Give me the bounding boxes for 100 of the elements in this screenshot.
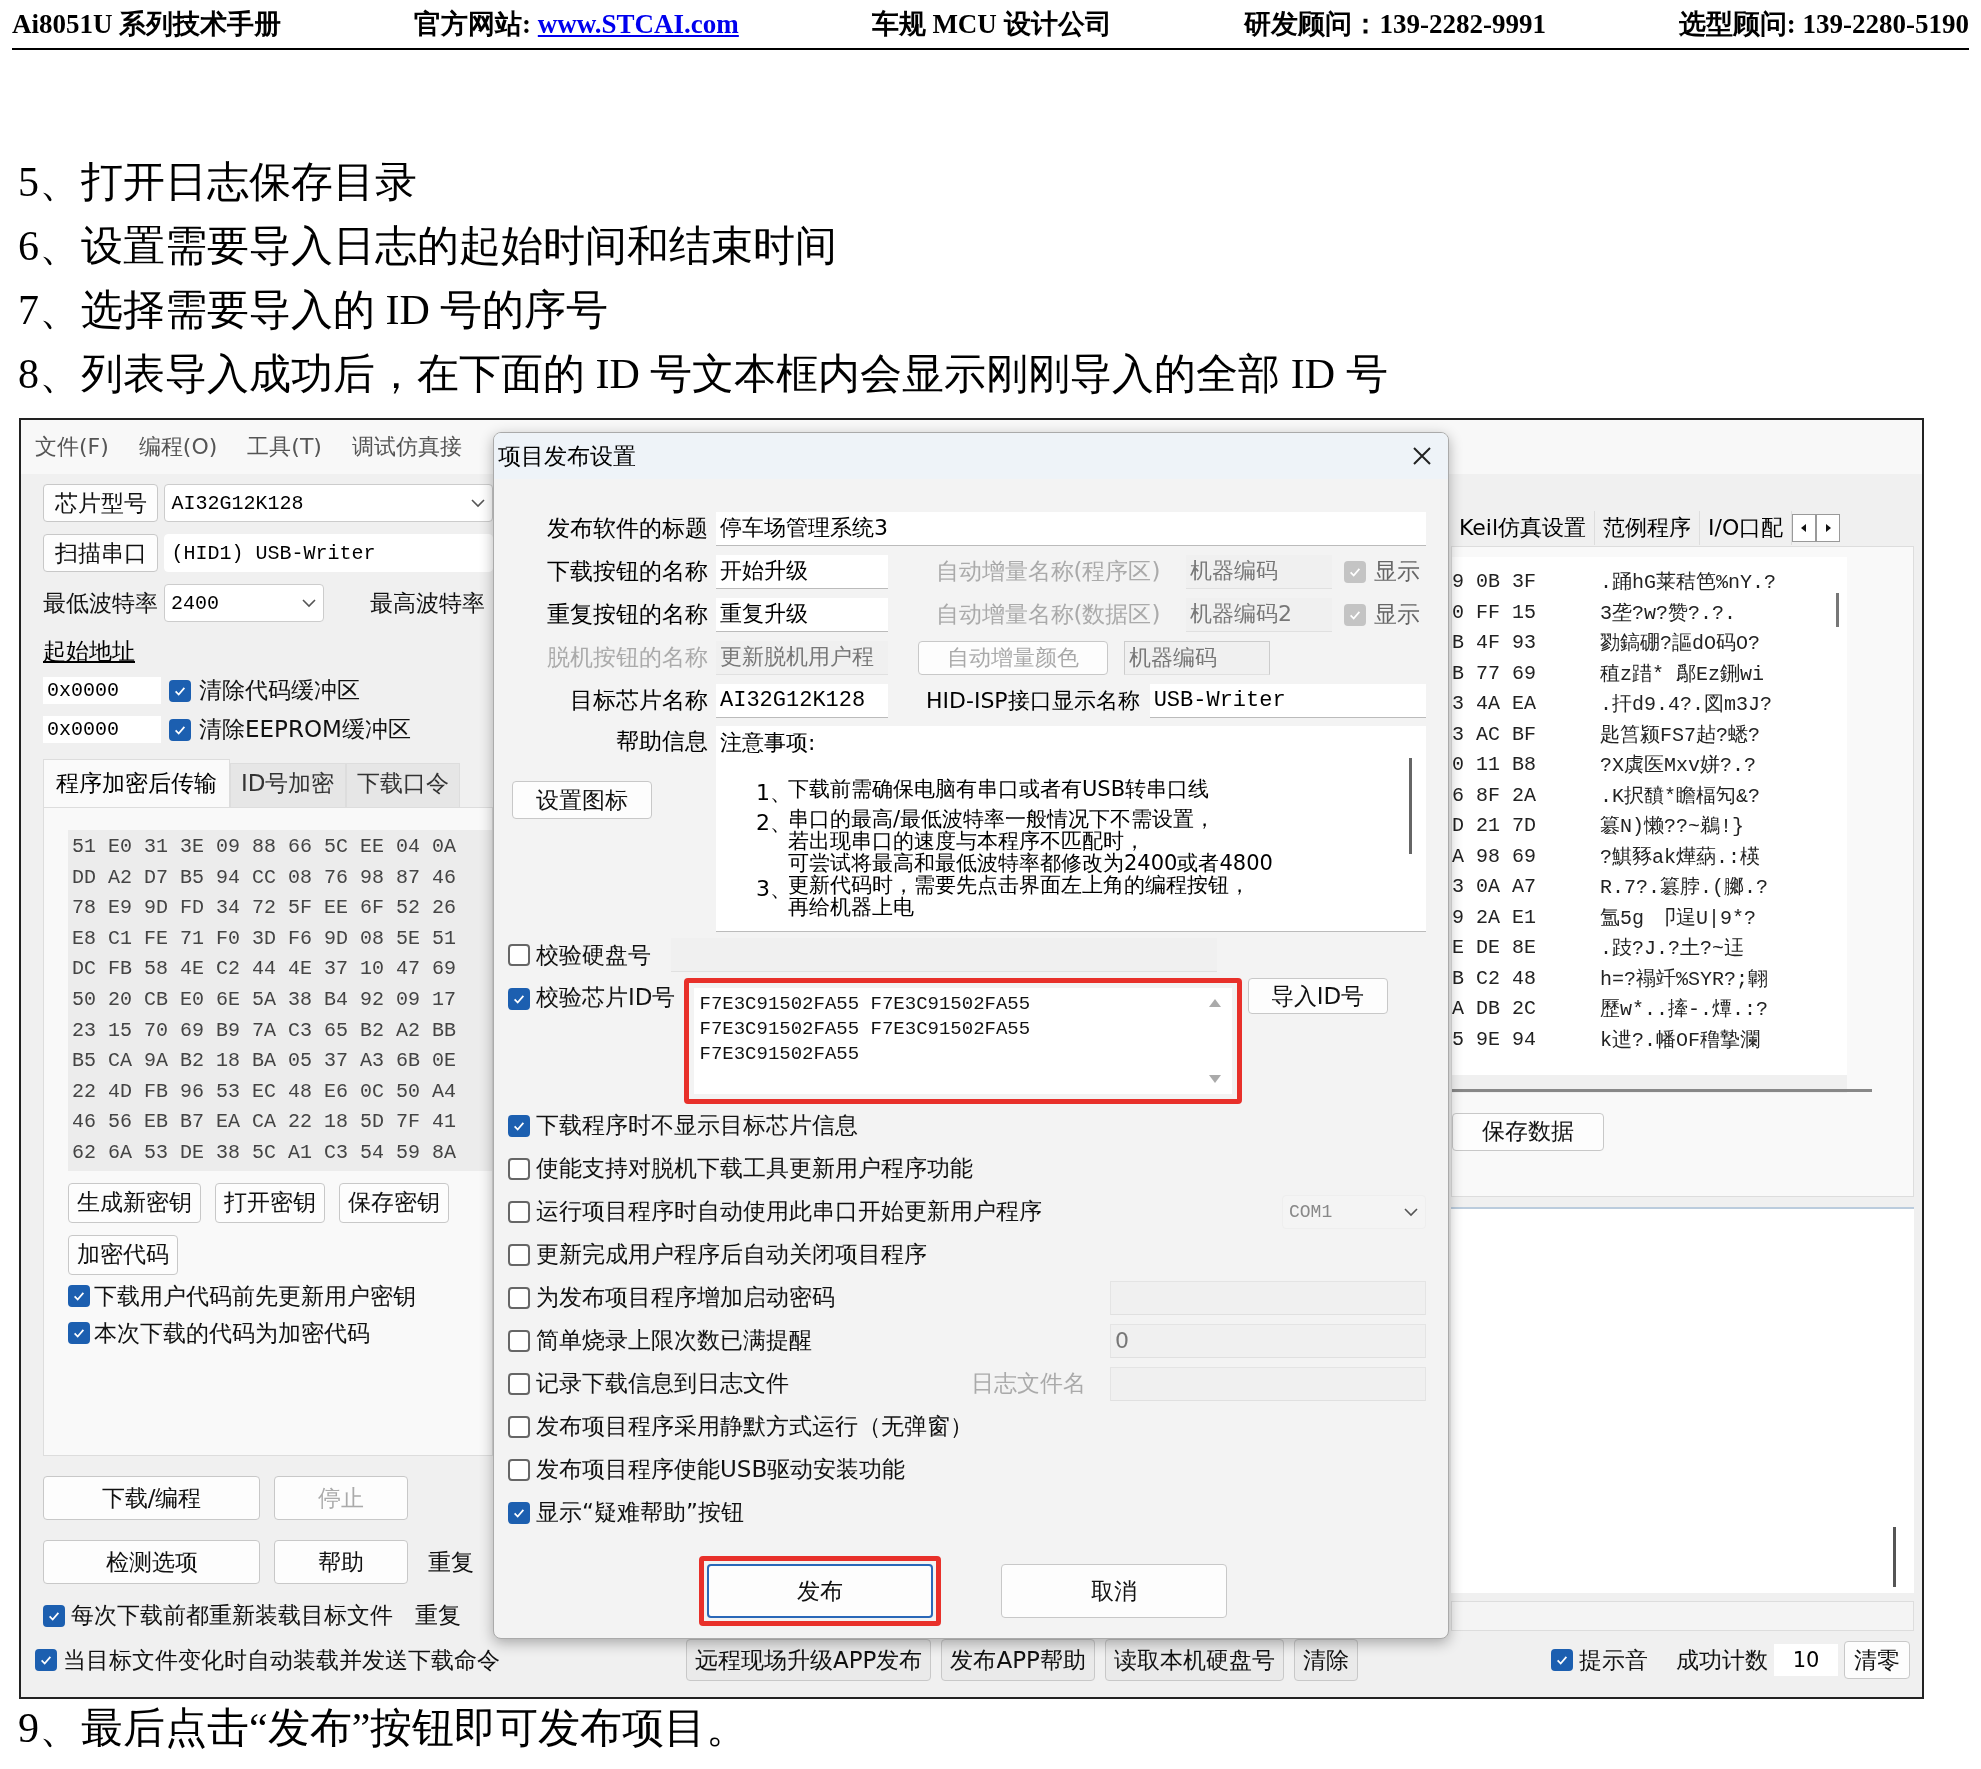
baud-dropdown[interactable]: 2400 bbox=[164, 584, 324, 622]
input-field[interactable]: USB-Writer bbox=[1149, 683, 1426, 718]
field-label: 自动增量名称(数据区) bbox=[934, 600, 1162, 629]
checkbox[interactable] bbox=[1344, 560, 1366, 583]
toolbar-button[interactable]: 读取本机硬盘号 bbox=[1104, 1639, 1284, 1681]
checkbox[interactable] bbox=[508, 1157, 530, 1180]
encrypt-button[interactable]: 加密代码 bbox=[68, 1234, 178, 1275]
tab[interactable]: 程序加密后传输 bbox=[43, 759, 230, 807]
checkbox-label: 显示 bbox=[1374, 600, 1420, 629]
key-button[interactable]: 生成新密钥 bbox=[68, 1182, 201, 1223]
checkbox[interactable] bbox=[508, 944, 530, 966]
checkbox-label: 发布项目程序采用静默方式运行（无弹窗） bbox=[536, 1412, 973, 1441]
import-id-button[interactable]: 导入ID号 bbox=[1247, 978, 1388, 1014]
close-icon[interactable] bbox=[1412, 446, 1432, 466]
hex-row-text: DC FB 58 4E C2 44 4E 37 10 47 69 bbox=[72, 956, 458, 983]
checkbox[interactable] bbox=[508, 1243, 530, 1266]
hex-bytes: A DB 2C bbox=[1452, 997, 1537, 1021]
count-field[interactable]: 10 bbox=[1774, 1644, 1838, 1676]
checkbox[interactable] bbox=[508, 1286, 530, 1309]
checkbox-label: 下载程序时不显示目标芯片信息 bbox=[536, 1111, 858, 1140]
ascii-text: R.7?.簒脖.(膷.? bbox=[1600, 875, 1769, 901]
chip-dropdown[interactable]: AI32G12K128 bbox=[164, 484, 493, 522]
triangle-right-icon bbox=[1824, 522, 1833, 533]
tab[interactable]: ID号加密 bbox=[230, 763, 346, 807]
menu-item[interactable]: 编程(O) bbox=[138, 432, 218, 462]
checkbox[interactable] bbox=[508, 1200, 530, 1223]
hex-bytes: 3 AC BF bbox=[1452, 722, 1537, 746]
input-field[interactable]: 开始升级 bbox=[716, 554, 888, 589]
menu-item[interactable]: 文件(F) bbox=[35, 432, 109, 462]
scrollbar-thumb[interactable] bbox=[1893, 1526, 1896, 1587]
checkbox[interactable] bbox=[508, 1114, 530, 1137]
checkbox[interactable] bbox=[43, 1604, 65, 1627]
ascii-text: 稙z踖* 鄬Ez鉶wi bbox=[1600, 661, 1764, 687]
checkbox[interactable] bbox=[35, 1649, 57, 1671]
reset-button[interactable]: 清零 bbox=[1844, 1641, 1910, 1679]
hex-bytes: 9 2A E1 bbox=[1452, 905, 1537, 929]
checkbox-label: 发布项目程序使能USB驱动安装功能 bbox=[536, 1455, 906, 1484]
hex-row-text: 62 6A 53 DE 38 5C A1 C3 54 59 8A bbox=[72, 1139, 458, 1166]
input-field[interactable]: 重复升级 bbox=[716, 597, 888, 632]
toolbar-button[interactable]: 远程现场升级APP发布 bbox=[686, 1639, 932, 1681]
checkbox[interactable] bbox=[508, 1458, 530, 1481]
checkbox[interactable] bbox=[68, 1322, 90, 1345]
chip-type-button[interactable]: 芯片型号 bbox=[43, 484, 159, 522]
address-field[interactable]: 0x0000 bbox=[43, 677, 161, 704]
address-field[interactable]: 0x0000 bbox=[43, 716, 161, 743]
field-label: 帮助信息 bbox=[615, 727, 708, 756]
toolbar-button[interactable]: 清除 bbox=[1293, 1639, 1358, 1681]
key-button[interactable]: 打开密钥 bbox=[215, 1182, 325, 1223]
dropdown-value: 2400 bbox=[171, 591, 219, 615]
checkbox-label: 校验硬盘号 bbox=[536, 940, 651, 970]
min-baud-label: 最低波特率 bbox=[43, 588, 158, 618]
website-link[interactable]: www.STCAI.com bbox=[537, 9, 739, 39]
id-line: F7E3C91502FA55 bbox=[699, 1042, 861, 1067]
checkbox[interactable] bbox=[169, 679, 191, 702]
checkbox[interactable] bbox=[1551, 1649, 1573, 1671]
checkbox[interactable] bbox=[1344, 603, 1366, 626]
toolbar-button[interactable]: 发布APP帮助 bbox=[941, 1639, 1095, 1681]
checkbox[interactable] bbox=[68, 1285, 90, 1308]
input-field[interactable]: 停车场管理系统3 bbox=[716, 511, 1426, 546]
field-label: HID-ISP接口显示名称 bbox=[926, 686, 1140, 715]
scan-port-button[interactable]: 扫描串口 bbox=[43, 534, 159, 572]
checkbox[interactable] bbox=[508, 988, 530, 1010]
ascii-text: 簒N)懒??~鵜!} bbox=[1600, 814, 1744, 840]
checkbox-label: 更新完成用户程序后自动关闭项目程序 bbox=[536, 1240, 927, 1269]
port-field[interactable]: (HID1) USB-Writer bbox=[164, 534, 493, 572]
hex-bytes: D 21 7D bbox=[1452, 814, 1537, 838]
scrollbar-thumb[interactable] bbox=[1452, 1088, 1872, 1092]
scroll-left-button[interactable] bbox=[1792, 513, 1817, 542]
checkbox-label: 提示音 bbox=[1579, 1645, 1648, 1675]
checkbox[interactable] bbox=[508, 1415, 530, 1438]
checkbox[interactable] bbox=[508, 1501, 530, 1524]
action-button[interactable]: 检测选项 bbox=[43, 1540, 260, 1584]
set-icon-button[interactable]: 设置图标 bbox=[512, 781, 652, 819]
dialog-button[interactable]: 取消 bbox=[1001, 1564, 1227, 1618]
input-field[interactable]: AI32G12K128 bbox=[716, 683, 888, 718]
action-button[interactable]: 帮助 bbox=[274, 1540, 408, 1584]
menu-item[interactable]: 调试仿真接 bbox=[351, 432, 462, 462]
input-field[interactable]: 0 bbox=[1110, 1323, 1426, 1358]
checkbox-label: 简单烧录上限次数已满提醒 bbox=[536, 1326, 812, 1355]
key-button[interactable]: 保存密钥 bbox=[339, 1182, 449, 1223]
checkbox[interactable] bbox=[508, 1372, 530, 1395]
menu-item[interactable]: 工具(T) bbox=[247, 432, 322, 462]
tab[interactable]: 下载口令 bbox=[345, 763, 460, 807]
hex-bytes: 6 8F 2A bbox=[1452, 783, 1537, 807]
field-label: 日志文件名 bbox=[971, 1369, 1086, 1398]
field-label: 下载按钮的名称 bbox=[546, 557, 708, 586]
list-marker: 1、 bbox=[756, 779, 788, 807]
help-heading: 注意事项: bbox=[720, 729, 817, 757]
dropdown-value: AI32G12K128 bbox=[171, 491, 304, 515]
field-label: 自动增量名称(程序区) bbox=[934, 557, 1162, 586]
scroll-right-button[interactable] bbox=[1816, 513, 1841, 542]
input-field[interactable] bbox=[1451, 1601, 1914, 1631]
scrollbar-thumb[interactable] bbox=[1409, 758, 1412, 854]
dialog-button[interactable]: 发布 bbox=[707, 1564, 933, 1618]
save-data-button[interactable]: 保存数据 bbox=[1452, 1112, 1604, 1151]
action-button[interactable]: 下载/编程 bbox=[43, 1476, 260, 1520]
checkbox[interactable] bbox=[169, 718, 191, 741]
checkbox[interactable] bbox=[508, 1329, 530, 1352]
selection-consultant: 选型顾问: 139-2280-5190 bbox=[1678, 8, 1969, 41]
scrollbar-thumb[interactable] bbox=[1836, 592, 1839, 627]
